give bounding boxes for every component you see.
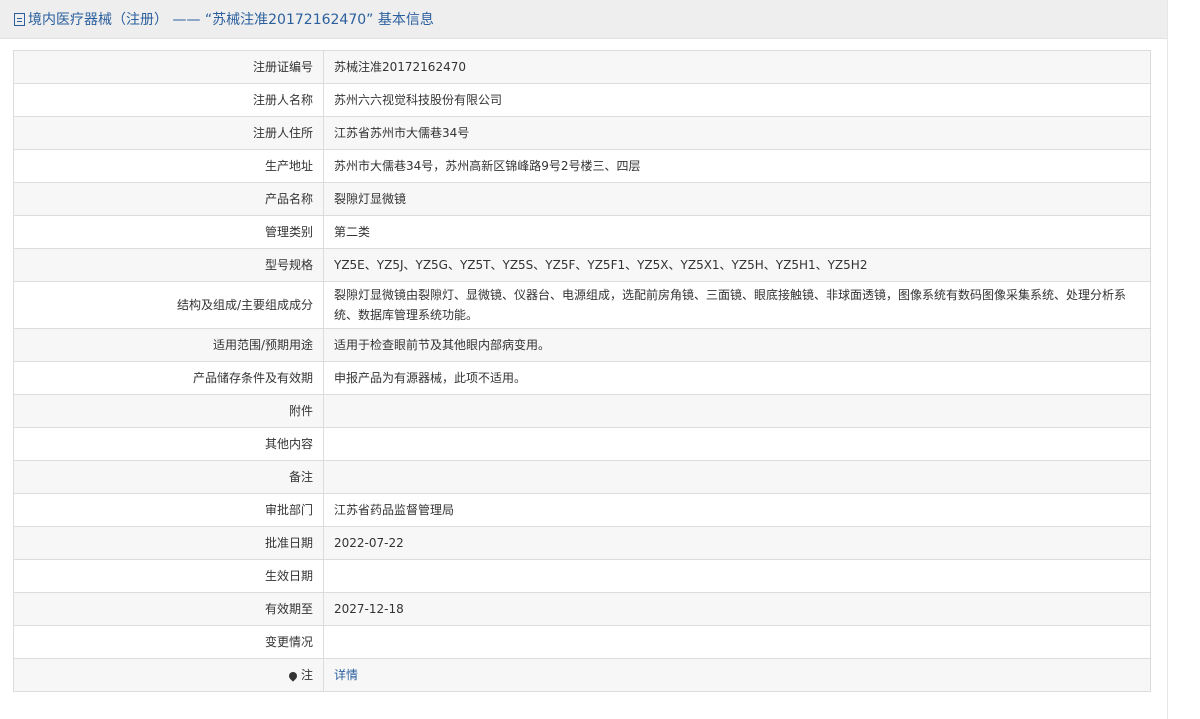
row-label: 适用范围/预期用途 <box>13 328 324 362</box>
table-row: 型号规格 YZ5E、YZ5J、YZ5G、YZ5T、YZ5S、YZ5F、YZ5F1… <box>13 248 1151 282</box>
table-row: 产品储存条件及有效期 申报产品为有源器械，此项不适用。 <box>13 361 1151 395</box>
table-row: 注册人住所 江苏省苏州市大儒巷34号 <box>13 116 1151 150</box>
row-label: 其他内容 <box>13 427 324 461</box>
row-value <box>323 559 1151 593</box>
row-label: 结构及组成/主要组成成分 <box>13 281 324 329</box>
row-label: 注册证编号 <box>13 50 324 84</box>
table-row: 变更情况 <box>13 625 1151 659</box>
table-row: 适用范围/预期用途 适用于检查眼前节及其他眼内部病变用。 <box>13 328 1151 362</box>
row-value <box>323 427 1151 461</box>
table-row: 有效期至 2027-12-18 <box>13 592 1151 626</box>
table-row: 附件 <box>13 394 1151 428</box>
page-title: 境内医疗器械（注册） —— “苏械注准20172162470” 基本信息 <box>28 12 434 28</box>
pin-icon <box>287 669 299 682</box>
row-label: 备注 <box>13 460 324 494</box>
document-icon <box>14 12 25 26</box>
row-value: 申报产品为有源器械，此项不适用。 <box>323 361 1151 395</box>
table-row: 批准日期 2022-07-22 <box>13 526 1151 560</box>
row-value: 苏械注准20172162470 <box>323 50 1151 84</box>
row-value: 裂隙灯显微镜 <box>323 182 1151 216</box>
row-label: 注册人名称 <box>13 83 324 117</box>
table-row: 注册证编号 苏械注准20172162470 <box>13 50 1151 84</box>
row-label: 产品储存条件及有效期 <box>13 361 324 395</box>
note-row: 注 详情 <box>13 658 1151 692</box>
table-row: 结构及组成/主要组成成分 裂隙灯显微镜由裂隙灯、显微镜、仪器台、电源组成，选配前… <box>13 281 1151 329</box>
info-table: 注册证编号 苏械注准20172162470 注册人名称 苏州六六视觉科技股份有限… <box>13 50 1151 692</box>
row-value: 苏州市大儒巷34号，苏州高新区锦峰路9号2号楼三、四层 <box>323 149 1151 183</box>
row-value <box>323 625 1151 659</box>
note-label: 注 <box>300 668 313 682</box>
note-value-cell: 详情 <box>323 658 1151 692</box>
row-value: 2027-12-18 <box>323 592 1151 626</box>
row-value: 苏州六六视觉科技股份有限公司 <box>323 83 1151 117</box>
note-label-cell: 注 <box>13 658 324 692</box>
row-label: 生产地址 <box>13 149 324 183</box>
row-value: 第二类 <box>323 215 1151 249</box>
row-label: 管理类别 <box>13 215 324 249</box>
row-label: 注册人住所 <box>13 116 324 150</box>
row-value: 适用于检查眼前节及其他眼内部病变用。 <box>323 328 1151 362</box>
row-label: 附件 <box>13 394 324 428</box>
table-row: 注册人名称 苏州六六视觉科技股份有限公司 <box>13 83 1151 117</box>
row-value: 江苏省药品监督管理局 <box>323 493 1151 527</box>
table-row: 备注 <box>13 460 1151 494</box>
row-label: 有效期至 <box>13 592 324 626</box>
row-label: 审批部门 <box>13 493 324 527</box>
row-label: 变更情况 <box>13 625 324 659</box>
row-label: 产品名称 <box>13 182 324 216</box>
table-row: 管理类别 第二类 <box>13 215 1151 249</box>
detail-panel: 境内医疗器械（注册） —— “苏械注准20172162470” 基本信息 注册证… <box>0 0 1168 719</box>
table-row: 生效日期 <box>13 559 1151 593</box>
row-value: 江苏省苏州市大儒巷34号 <box>323 116 1151 150</box>
row-value: 2022-07-22 <box>323 526 1151 560</box>
details-link[interactable]: 详情 <box>334 668 358 682</box>
row-label: 批准日期 <box>13 526 324 560</box>
row-value <box>323 460 1151 494</box>
table-row: 生产地址 苏州市大儒巷34号，苏州高新区锦峰路9号2号楼三、四层 <box>13 149 1151 183</box>
panel-header: 境内医疗器械（注册） —— “苏械注准20172162470” 基本信息 <box>0 0 1167 39</box>
row-value: 裂隙灯显微镜由裂隙灯、显微镜、仪器台、电源组成，选配前房角镜、三面镜、眼底接触镜… <box>323 281 1151 329</box>
row-label: 型号规格 <box>13 248 324 282</box>
table-row: 产品名称 裂隙灯显微镜 <box>13 182 1151 216</box>
table-row: 审批部门 江苏省药品监督管理局 <box>13 493 1151 527</box>
table-row: 其他内容 <box>13 427 1151 461</box>
row-value: YZ5E、YZ5J、YZ5G、YZ5T、YZ5S、YZ5F、YZ5F1、YZ5X… <box>323 248 1151 282</box>
row-label: 生效日期 <box>13 559 324 593</box>
row-value <box>323 394 1151 428</box>
